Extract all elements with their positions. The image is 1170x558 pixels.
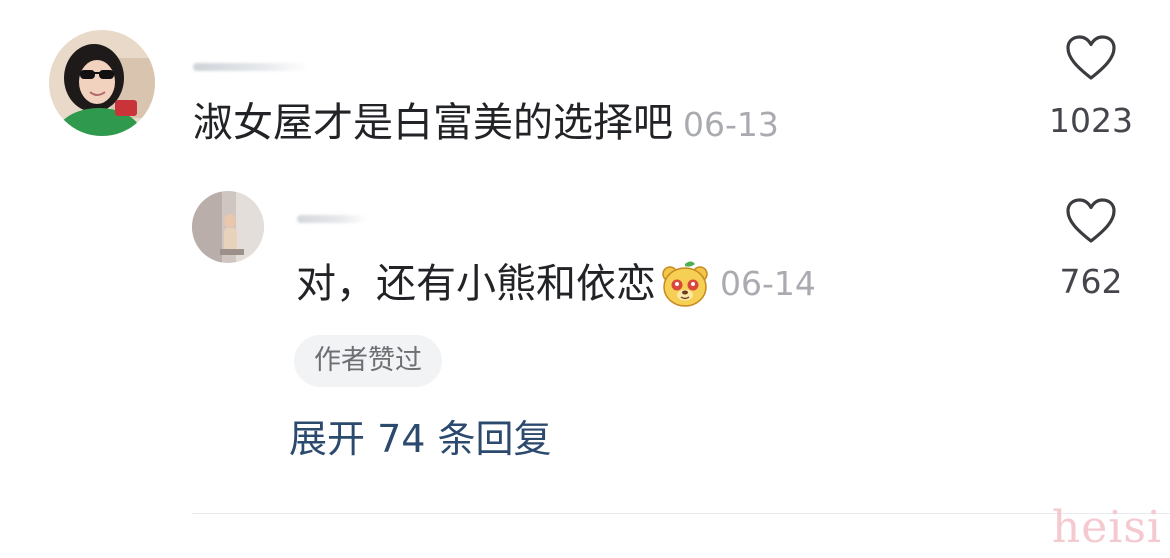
divider — [192, 513, 1170, 514]
heart-icon[interactable] — [1065, 197, 1117, 245]
reply-avatar[interactable] — [192, 191, 264, 263]
like-count: 1023 — [1049, 101, 1133, 140]
like-count: 762 — [1059, 262, 1123, 301]
username-blur — [193, 63, 308, 71]
reply-text: 对，还有小熊和依恋 — [296, 261, 656, 307]
expand-replies-link[interactable]: 展开 74 条回复 — [289, 415, 552, 463]
reply-username-blurred[interactable] — [297, 212, 377, 226]
username-blurred[interactable] — [193, 60, 313, 74]
reply-like-button[interactable]: 762 — [1031, 197, 1151, 302]
watermark: heisi — [1051, 502, 1162, 553]
comment-text: 淑女屋才是白富美的选择吧 — [193, 100, 673, 146]
comment-date: 06-13 — [683, 105, 779, 144]
username-blur — [297, 215, 367, 223]
comment-body: 淑女屋才是白富美的选择吧 06-13 — [193, 98, 779, 156]
comment-thread: 淑女屋才是白富美的选择吧 06-13 1023 对，还有小熊和依恋 06-14 … — [0, 0, 1170, 558]
avatar[interactable] — [49, 30, 155, 136]
reply-date: 06-14 — [720, 264, 816, 303]
author-liked-badge: 作者赞过 — [294, 335, 442, 387]
like-button[interactable]: 1023 — [1031, 34, 1151, 141]
reply-body: 对，还有小熊和依恋 06-14 — [296, 258, 816, 310]
heart-icon[interactable] — [1065, 34, 1117, 82]
bear-face-emoji-icon — [662, 261, 708, 307]
